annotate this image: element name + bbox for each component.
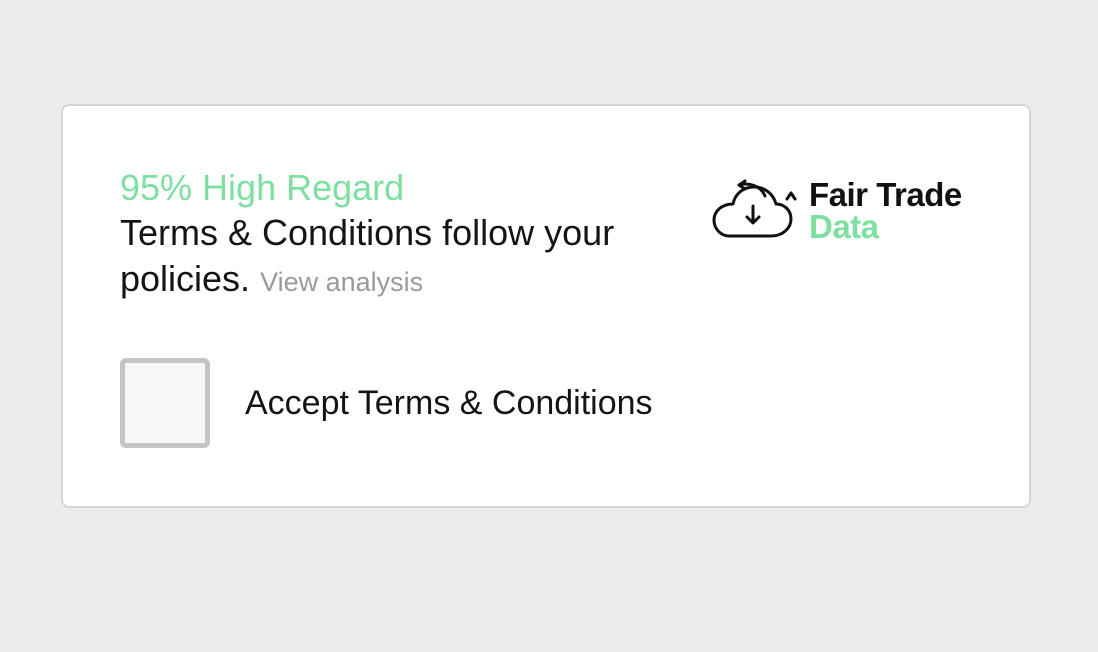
cloud-sync-icon [712, 179, 797, 238]
brand-name-line1: Fair Trade [809, 176, 962, 213]
accept-terms-row[interactable]: Accept Terms & Conditions [120, 358, 760, 448]
brand-logo: Fair Trade Data [709, 176, 1009, 246]
brand-name-line2: Data [809, 208, 879, 245]
accept-terms-label[interactable]: Accept Terms & Conditions [245, 382, 653, 424]
terms-message: Terms & Conditions follow your policies.… [120, 210, 680, 305]
view-analysis-link[interactable]: View analysis [260, 267, 423, 297]
terms-card: 95% High Regard Terms & Conditions follo… [61, 104, 1031, 508]
rating-text: 95% High Regard [120, 167, 405, 208]
accept-terms-checkbox[interactable] [120, 358, 210, 448]
